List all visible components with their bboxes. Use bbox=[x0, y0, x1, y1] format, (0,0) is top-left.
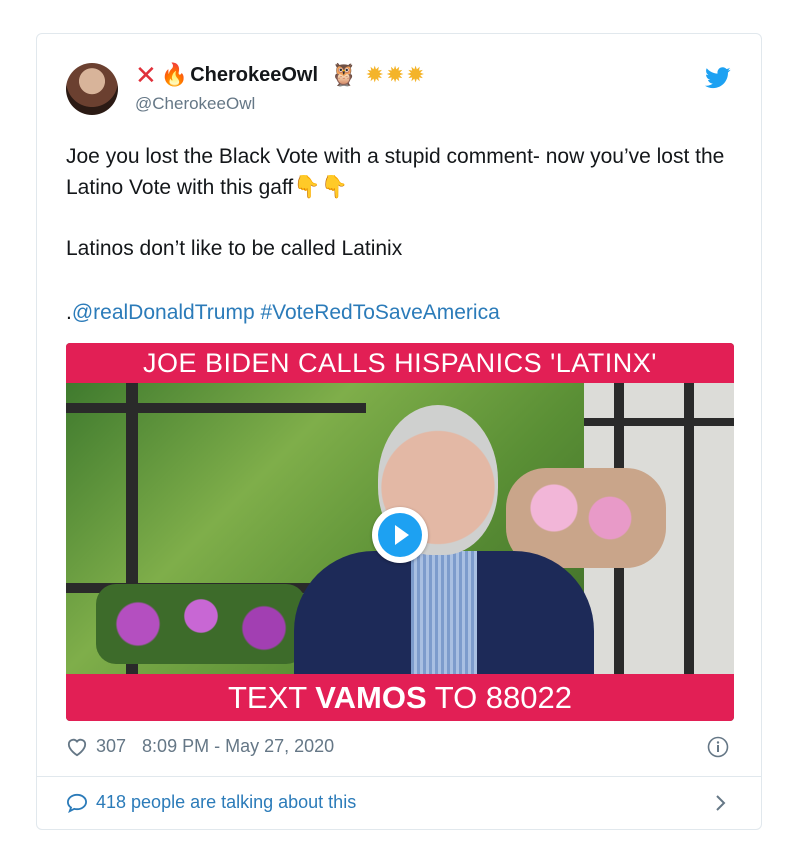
user-handle[interactable]: @CherokeeOwl bbox=[135, 94, 255, 114]
divider bbox=[37, 776, 761, 777]
star-icon: ✹ bbox=[365, 62, 384, 87]
twitter-bird-icon[interactable] bbox=[705, 67, 731, 89]
fire-icon: 🔥 bbox=[160, 62, 189, 87]
mention-link[interactable]: @realDonaldTrump bbox=[72, 301, 255, 324]
avatar[interactable] bbox=[66, 63, 118, 115]
play-icon bbox=[378, 513, 422, 557]
conversation-link[interactable]: 418 people are talking about this bbox=[66, 792, 356, 813]
video-top-banner: JOE BIDEN CALLS HISPANICS 'LATINX' bbox=[66, 343, 734, 383]
heart-icon[interactable] bbox=[66, 737, 88, 757]
pointing-down-icon: 👇 bbox=[320, 174, 349, 199]
tweet-meta: 307 8:09 PM - May 27, 2020 bbox=[66, 736, 334, 757]
play-button[interactable] bbox=[372, 507, 428, 563]
cross-mark-icon: ✕ bbox=[135, 60, 157, 90]
speech-bubble-icon bbox=[66, 793, 88, 813]
talking-count-text: 418 people are talking about this bbox=[96, 792, 357, 812]
owl-icon: 🦉 bbox=[330, 62, 358, 87]
tweet-card: ✕ 🔥 CherokeeOwl 🦉 ✹ ✹ ✹ @CherokeeOwl Joe… bbox=[36, 33, 762, 830]
display-name[interactable]: ✕ 🔥 CherokeeOwl 🦉 ✹ ✹ ✹ bbox=[135, 60, 425, 90]
info-icon[interactable] bbox=[707, 736, 729, 758]
chevron-right-icon[interactable] bbox=[715, 794, 727, 812]
star-icon: ✹ bbox=[406, 62, 425, 87]
display-name-text: CherokeeOwl bbox=[190, 63, 319, 86]
like-count[interactable]: 307 bbox=[96, 736, 126, 757]
tweet-text: Joe you lost the Black Vote with a stupi… bbox=[66, 142, 746, 328]
hashtag-link[interactable]: #VoteRedToSaveAmerica bbox=[260, 301, 499, 324]
tweet-line-2: Latinos don’t like to be called Latinix bbox=[66, 237, 403, 260]
tweet-links: .@realDonaldTrump #VoteRedToSaveAmerica bbox=[66, 301, 500, 324]
star-icon: ✹ bbox=[385, 62, 405, 87]
tweet-line-1: Joe you lost the Black Vote with a stupi… bbox=[66, 145, 725, 199]
video-bottom-banner: TEXT VAMOS TO 88022 bbox=[66, 674, 734, 721]
timestamp[interactable]: 8:09 PM - May 27, 2020 bbox=[142, 736, 334, 757]
pointing-down-icon: 👇 bbox=[293, 174, 321, 199]
video-thumbnail[interactable]: JOE BIDEN CALLS HISPANICS 'LATINX' TEXT … bbox=[66, 343, 734, 721]
